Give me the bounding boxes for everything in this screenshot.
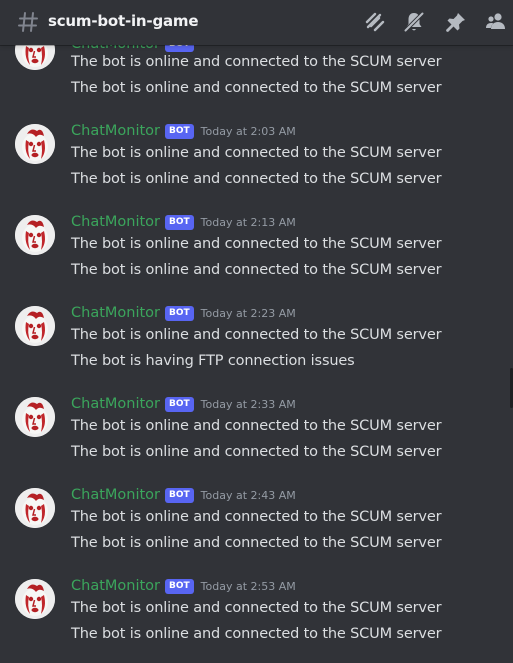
avatar[interactable] (15, 306, 55, 346)
channel-name: scum-bot-in-game (48, 12, 199, 30)
pin-icon[interactable] (444, 10, 468, 34)
bot-tag: BOT (165, 305, 194, 321)
timestamp: Today at 2:13 AM (200, 215, 296, 229)
channel-header: scum-bot-in-game (0, 0, 513, 45)
avatar[interactable] (15, 215, 55, 255)
message-text: The bot is online and connected to the S… (71, 236, 442, 252)
message-text: The bot is online and connected to the S… (71, 262, 442, 278)
wilson-ball-icon (15, 124, 55, 164)
avatar[interactable] (15, 124, 55, 164)
username[interactable]: ChatMonitor (71, 123, 160, 139)
timestamp: Today at 2:53 AM (200, 579, 296, 593)
timestamp: Today at 2:43 AM (200, 488, 296, 502)
message-text: The bot is online and connected to the S… (71, 535, 442, 551)
avatar[interactable] (15, 397, 55, 437)
avatar[interactable] (15, 579, 55, 619)
message-text: The bot is having FTP connection issues (71, 353, 355, 369)
bot-tag: BOT (165, 214, 194, 230)
hash-icon (18, 12, 38, 32)
bot-tag: BOT (165, 123, 194, 139)
message-header: ChatMonitor BOT Today at 2:43 AM (71, 485, 296, 505)
message-list: ChatMonitor BOT The bot is online and co… (0, 0, 513, 663)
message-header: ChatMonitor BOT Today at 2:23 AM (71, 303, 296, 323)
message-header: ChatMonitor BOT Today at 2:33 AM (71, 394, 296, 414)
wilson-ball-icon (15, 397, 55, 437)
mute-bell-icon[interactable] (402, 10, 426, 34)
username[interactable]: ChatMonitor (71, 396, 160, 412)
message-text: The bot is online and connected to the S… (71, 418, 442, 434)
username[interactable]: ChatMonitor (71, 214, 160, 230)
message-header: ChatMonitor BOT Today at 2:53 AM (71, 576, 296, 596)
threads-icon[interactable] (363, 10, 387, 34)
wilson-ball-icon (15, 306, 55, 346)
timestamp: Today at 2:33 AM (200, 397, 296, 411)
message-text: The bot is online and connected to the S… (71, 327, 442, 343)
message-text: The bot is online and connected to the S… (71, 626, 442, 642)
wilson-ball-icon (15, 579, 55, 619)
message-text: The bot is online and connected to the S… (71, 444, 442, 460)
message-text: The bot is online and connected to the S… (71, 600, 442, 616)
username[interactable]: ChatMonitor (71, 305, 160, 321)
discord-channel-view: ChatMonitor BOT The bot is online and co… (0, 0, 513, 663)
bot-tag: BOT (165, 487, 194, 503)
username[interactable]: ChatMonitor (71, 487, 160, 503)
members-icon[interactable] (484, 10, 508, 34)
wilson-ball-icon (15, 488, 55, 528)
username[interactable]: ChatMonitor (71, 578, 160, 594)
message-header: ChatMonitor BOT Today at 2:03 AM (71, 121, 296, 141)
message-text: The bot is online and connected to the S… (71, 145, 442, 161)
message-text: The bot is online and connected to the S… (71, 171, 442, 187)
message-text: The bot is online and connected to the S… (71, 54, 442, 70)
message-text: The bot is online and connected to the S… (71, 80, 442, 96)
avatar[interactable] (15, 488, 55, 528)
bot-tag: BOT (165, 578, 194, 594)
timestamp: Today at 2:23 AM (200, 306, 296, 320)
wilson-ball-icon (15, 215, 55, 255)
bot-tag: BOT (165, 396, 194, 412)
timestamp: Today at 2:03 AM (200, 124, 296, 138)
message-text: The bot is online and connected to the S… (71, 509, 442, 525)
message-header: ChatMonitor BOT Today at 2:13 AM (71, 212, 296, 232)
